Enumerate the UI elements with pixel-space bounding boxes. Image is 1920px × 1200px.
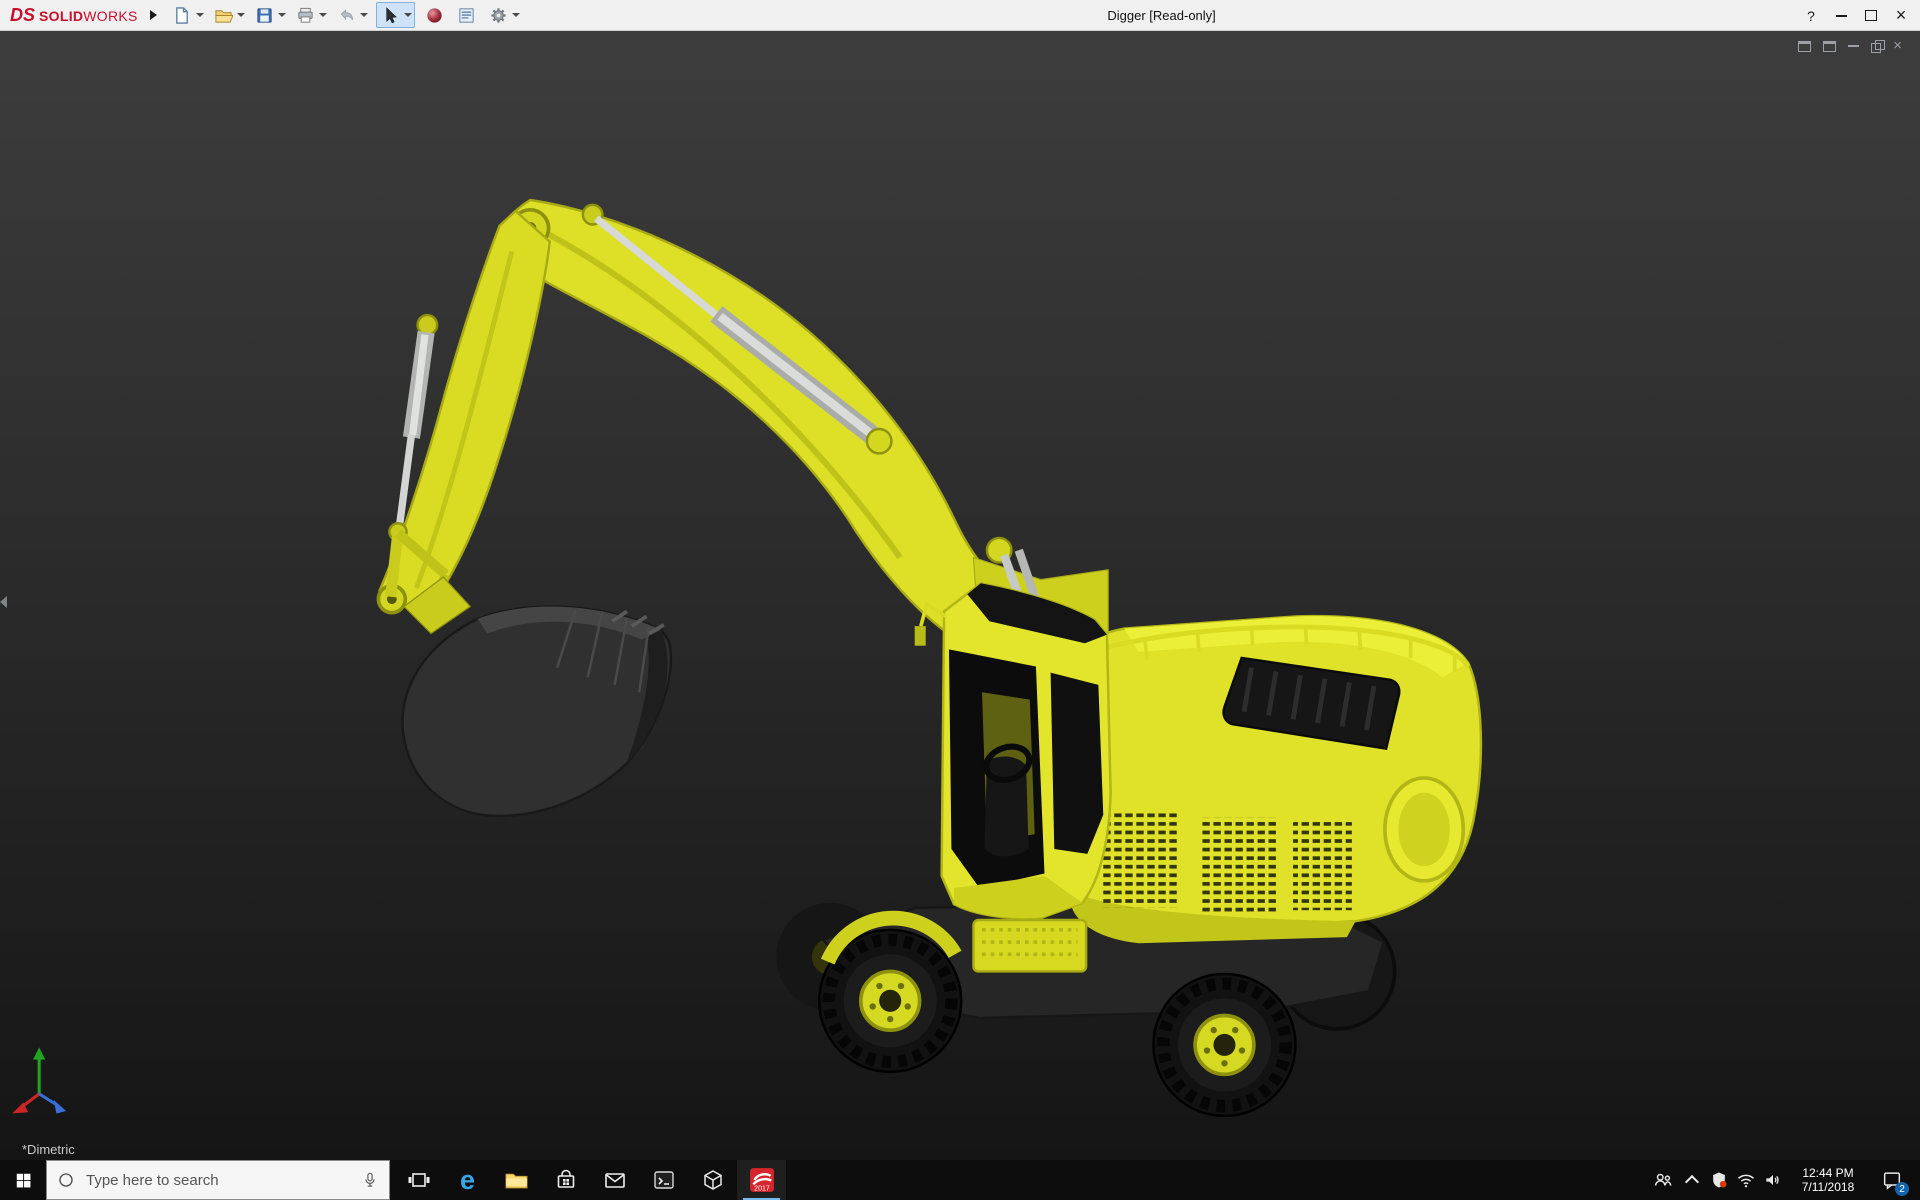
file-properties-icon [457,6,476,25]
cube-viewer-icon [701,1168,725,1192]
system-tray: 12:44 PM 7/11/2018 2 [1648,1160,1920,1200]
graphics-area[interactable]: × *Dimetric [0,31,1920,1160]
clock-date: 7/11/2018 [1802,1180,1855,1194]
doc-window-icon[interactable] [1798,41,1811,52]
console-icon [652,1168,676,1192]
document-window-controls: × [1798,39,1902,53]
security-button[interactable] [1705,1160,1732,1200]
minimize-button[interactable] [1826,0,1856,31]
appearance-button[interactable] [423,3,447,27]
microphone-icon[interactable] [361,1171,379,1189]
select-tool-button[interactable] [379,3,403,27]
maximize-icon [1865,10,1877,21]
help-button[interactable]: ? [1796,0,1826,31]
save-dropdown[interactable] [278,13,286,17]
notification-badge: 2 [1895,1182,1909,1196]
orientation-triad [12,1047,66,1113]
volume-button[interactable] [1759,1160,1786,1200]
mail-button[interactable] [590,1160,639,1200]
menu-expand-arrow-icon[interactable] [150,10,157,20]
orientation-label: *Dimetric [22,1142,75,1157]
panel-collapse-arrow[interactable] [0,596,7,608]
search-input[interactable] [84,1171,352,1190]
mail-icon [603,1168,627,1192]
search-circle-icon [57,1171,75,1189]
open-button[interactable] [212,3,236,27]
document-title: Digger [Read-only] [1107,0,1215,31]
print-icon [296,6,315,25]
titlebar: DS SOLIDWORKS [0,0,1920,31]
clock-time: 12:44 PM [1802,1166,1853,1180]
undo-dropdown[interactable] [360,13,368,17]
quick-access-toolbar [171,2,528,28]
print-dropdown[interactable] [319,13,327,17]
select-cursor-icon [381,6,400,25]
save-button[interactable] [253,3,277,27]
select-tool-dropdown[interactable] [404,13,412,17]
store-icon [554,1168,578,1192]
select-tool-group [376,2,415,28]
network-button[interactable] [1732,1160,1759,1200]
notification-center-button[interactable]: 2 [1870,1160,1914,1200]
svg-text:2017: 2017 [754,1185,770,1192]
save-icon [255,6,274,25]
windows-logo-icon [15,1172,32,1189]
excavator-model [0,31,1920,1160]
taskbar: e 2017 [0,1160,1920,1200]
task-view-icon [407,1168,431,1192]
solidworks-app-icon: 2017 [749,1167,775,1193]
minimize-icon [1836,15,1847,17]
new-document-icon [173,6,192,25]
taskbar-clock[interactable]: 12:44 PM 7/11/2018 [1786,1160,1870,1200]
options-gear-icon [489,6,508,25]
solidworks-wordmark: SOLIDWORKS [39,8,138,24]
console-button[interactable] [639,1160,688,1200]
appearance-sphere-icon [425,6,444,25]
open-dropdown[interactable] [237,13,245,17]
doc-minimize-button[interactable] [1848,45,1859,47]
file-explorer-button[interactable] [492,1160,541,1200]
options-button[interactable] [487,3,511,27]
security-shield-icon [1709,1170,1729,1190]
new-document-dropdown[interactable] [196,13,204,17]
cube-viewer-button[interactable] [688,1160,737,1200]
edge-button[interactable]: e [443,1160,492,1200]
ds-monogram-icon: DS [10,6,35,24]
open-folder-icon [214,6,233,25]
network-wifi-icon [1736,1170,1756,1190]
people-icon [1652,1169,1674,1191]
task-view-button[interactable] [394,1160,443,1200]
doc-window-icon[interactable] [1823,41,1836,52]
print-button[interactable] [294,3,318,27]
start-button[interactable] [0,1160,46,1200]
screen: DS SOLIDWORKS [0,0,1920,1200]
options-dropdown[interactable] [512,13,520,17]
maximize-button[interactable] [1856,0,1886,31]
solidworks-app-button[interactable]: 2017 [737,1160,786,1200]
file-explorer-icon [504,1168,529,1193]
undo-icon [337,6,356,25]
undo-button[interactable] [335,3,359,27]
hidden-icons-button[interactable] [1678,1160,1705,1200]
people-button[interactable] [1648,1160,1678,1200]
volume-icon [1763,1170,1783,1190]
taskbar-apps: e 2017 [394,1160,786,1200]
close-button[interactable]: × [1886,0,1916,31]
chevron-up-icon [1684,1175,1698,1189]
window-controls: ? × [1796,0,1916,31]
new-document-button[interactable] [171,3,195,27]
solidworks-logo[interactable]: DS SOLIDWORKS [10,6,138,24]
edge-icon: e [460,1167,475,1194]
file-properties-button[interactable] [455,3,479,27]
doc-restore-button[interactable] [1871,40,1881,53]
taskbar-search[interactable] [46,1160,390,1200]
doc-close-button[interactable]: × [1893,39,1902,53]
store-button[interactable] [541,1160,590,1200]
